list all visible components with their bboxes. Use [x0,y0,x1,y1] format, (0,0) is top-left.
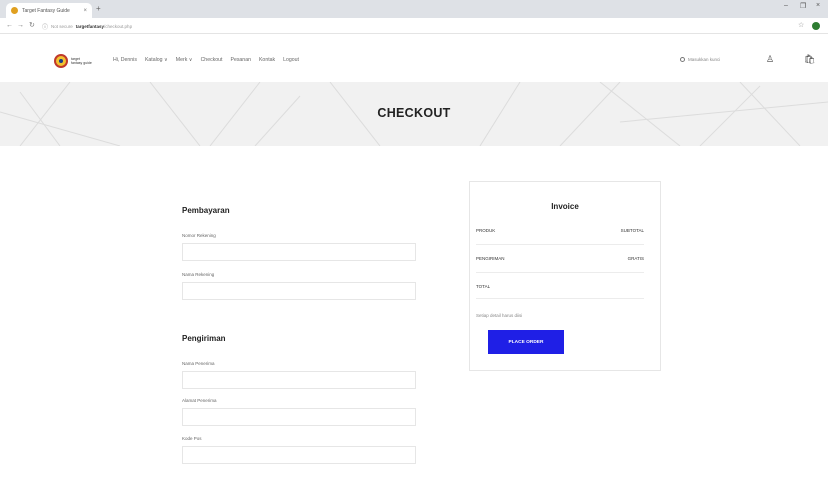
back-icon[interactable]: ← [6,21,13,31]
minimize-icon[interactable]: – [784,2,788,9]
shipping-section-title: Pengiriman [182,334,226,343]
invoice-divider [476,244,644,245]
url-host: targetfantasy [75,23,105,29]
window-close-icon[interactable]: × [816,2,820,9]
invoice-divider [476,272,644,273]
account-icon[interactable]: ♙ [766,54,774,65]
invoice-note: Setiap detail harus diisi [476,313,523,318]
browser-tab[interactable]: Target Fantasy Guide × [6,3,92,18]
main-nav: Hi, Dennis Katalog ∨ Merk ∨ Checkout Pes… [113,57,299,63]
url-path: /checkout.php [104,23,133,29]
search-placeholder[interactable]: Masukkan kunci [688,57,720,62]
place-order-button[interactable]: PLACE ORDER [488,330,564,354]
account-name-label: Nama Rekening [182,272,215,277]
invoice-row-shipping: PENGIRIMAN GRATIS [476,256,644,261]
recipient-name-input[interactable] [182,371,416,389]
url-text: targetfantasy/checkout.php [76,24,132,29]
account-number-input[interactable] [182,243,416,261]
search-icon[interactable] [680,57,685,62]
subtotal-column-label: SUBTOTAL [620,228,644,233]
new-tab-icon[interactable]: + [96,4,101,14]
browser-tabstrip: Target Fantasy Guide × + – ❐ × [0,0,828,18]
logo-text: target fantasy guide [71,57,92,65]
account-name-input[interactable] [182,282,416,300]
close-tab-icon[interactable]: × [83,8,87,14]
shipping-label: PENGIRIMAN [476,256,505,261]
total-label: TOTAL [476,284,491,289]
forward-icon[interactable]: → [17,21,24,31]
reload-icon[interactable]: ↻ [29,21,35,31]
recipient-address-label: Alamat Penerima [182,398,217,403]
shipping-value: GRATIS [627,256,644,261]
postal-code-input[interactable] [182,446,416,464]
browser-toolbar: ← → ↻ ⓘ Not secure targetfantasy/checkou… [0,18,828,34]
site-info-icon[interactable]: ⓘ [42,22,48,31]
site-logo[interactable]: target fantasy guide [54,54,92,68]
logo-mark-icon [54,54,68,68]
bookmark-star-icon[interactable]: ☆ [798,21,804,29]
maximize-icon[interactable]: ❐ [800,2,806,10]
invoice-divider [476,298,644,299]
site-header: target fantasy guide Hi, Dennis Katalog … [0,34,828,82]
address-bar[interactable]: ⓘ Not secure targetfantasy/checkout.php [42,21,798,31]
checkout-banner: CHECKOUT [0,82,828,146]
nav-pesanan[interactable]: Pesanan [230,57,250,63]
nav-checkout[interactable]: Checkout [201,57,223,63]
nav-greeting[interactable]: Hi, Dennis [113,57,137,63]
site-search[interactable]: Masukkan kunci [680,57,720,62]
payment-section-title: Pembayaran [182,206,230,215]
account-number-label: Nomor Rekening [182,233,216,238]
nav-merk[interactable]: Merk ∨ [176,57,193,63]
invoice-panel: Invoice PRODUK SUBTOTAL PENGIRIMAN GRATI… [469,181,661,371]
profile-avatar[interactable] [812,22,820,30]
nav-kontak[interactable]: Kontak [259,57,275,63]
cart-icon[interactable]: 🛍 [804,54,815,65]
browser-tab-title: Target Fantasy Guide [22,7,70,14]
logo-line-2: fantasy guide [71,61,92,65]
invoice-row-total: TOTAL [476,284,644,289]
postal-code-label: Kode Pos [182,436,202,441]
nav-logout[interactable]: Logout [283,57,299,63]
site-favicon-icon [11,7,18,14]
product-column-label: PRODUK [476,228,496,233]
security-label: Not secure [51,23,73,29]
invoice-title: Invoice [551,202,579,211]
recipient-name-label: Nama Penerima [182,361,215,366]
recipient-address-input[interactable] [182,408,416,426]
nav-katalog[interactable]: Katalog ∨ [145,57,168,63]
page-title: CHECKOUT [377,106,451,120]
invoice-row-header: PRODUK SUBTOTAL [476,228,644,233]
